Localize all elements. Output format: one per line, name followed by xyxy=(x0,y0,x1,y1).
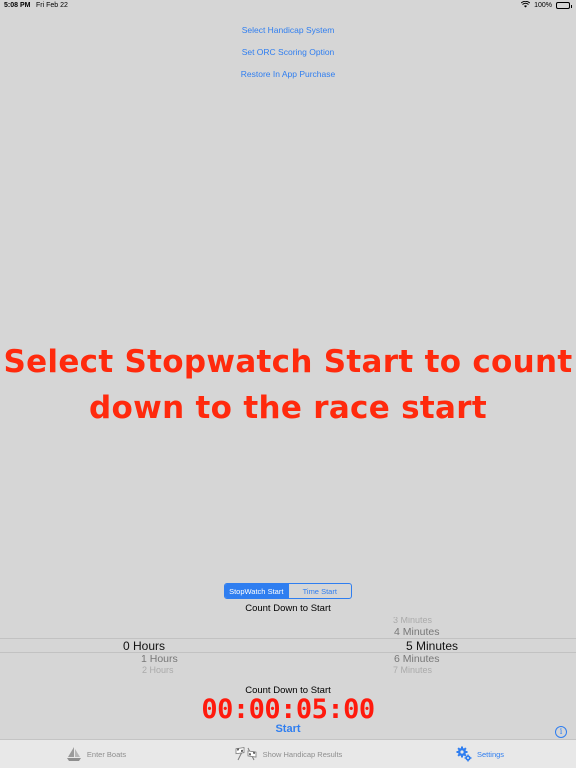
wifi-icon xyxy=(520,0,531,10)
tab-settings-label: Settings xyxy=(476,749,505,759)
countdown-timer: 00:00:05:00 xyxy=(201,694,375,725)
stopwatch-start-segment[interactable]: StopWatch Start xyxy=(225,584,288,598)
tab-enter-boats[interactable]: Enter Boats xyxy=(0,740,192,768)
minutes-picker-option[interactable]: 6 Minutes xyxy=(394,653,440,665)
minutes-picker-option[interactable]: 4 Minutes xyxy=(394,626,440,638)
battery-percent: 100% xyxy=(534,2,552,9)
countdown-picker[interactable]: 0 Hours 1 Hours 2 Hours 3 Minutes 4 Minu… xyxy=(0,617,576,673)
start-mode-segmented-control[interactable]: StopWatch Start Time Start xyxy=(224,583,352,599)
status-date: Fri Feb 22 xyxy=(36,2,68,9)
hours-picker-option[interactable]: 2 Hours xyxy=(142,665,174,673)
tab-settings[interactable]: Settings xyxy=(384,740,576,768)
checkered-flags-icon xyxy=(234,747,258,761)
tab-show-handicap-results-label: Show Handicap Results xyxy=(262,749,343,759)
count-down-label: Count Down to Start xyxy=(245,603,331,614)
minutes-picker-option[interactable]: 3 Minutes xyxy=(393,617,432,625)
tab-enter-boats-label: Enter Boats xyxy=(86,749,127,759)
hours-picker-option[interactable]: 1 Hours xyxy=(141,653,178,665)
minutes-picker-option[interactable]: 7 Minutes xyxy=(393,665,432,673)
minutes-picker-selected[interactable]: 5 Minutes xyxy=(406,639,458,653)
tab-bar: Enter Boats Show Handicap Results Settin… xyxy=(0,739,576,768)
headline-line-1: Select Stopwatch Start to count xyxy=(3,344,573,380)
hours-picker-selected[interactable]: 0 Hours xyxy=(123,639,165,653)
select-handicap-system-link[interactable]: Select Handicap System xyxy=(0,25,576,35)
gears-icon xyxy=(456,746,472,762)
picker-selection-bottom-line xyxy=(0,652,576,653)
picker-selection-top-line xyxy=(0,638,576,639)
time-start-segment[interactable]: Time Start xyxy=(287,584,352,598)
start-button[interactable]: Start xyxy=(262,723,314,735)
battery-icon xyxy=(556,2,572,9)
restore-in-app-purchase-link[interactable]: Restore In App Purchase xyxy=(0,69,576,79)
status-time: 5:08 PM xyxy=(4,2,31,9)
sailboat-icon xyxy=(66,746,82,762)
status-right: 100% xyxy=(520,0,572,10)
status-bar: 5:08 PM Fri Feb 22 100% xyxy=(0,0,576,12)
info-icon[interactable]: i xyxy=(555,726,567,738)
tab-show-handicap-results[interactable]: Show Handicap Results xyxy=(192,740,384,768)
set-orc-scoring-option-link[interactable]: Set ORC Scoring Option xyxy=(0,47,576,57)
headline-line-2: down to the race start xyxy=(89,390,487,426)
